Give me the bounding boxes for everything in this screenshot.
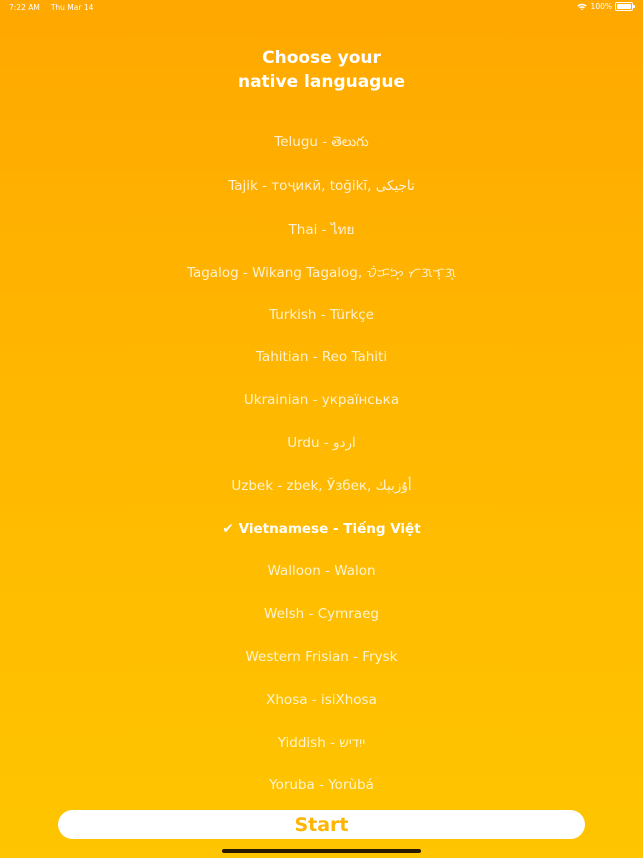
language-label: Tahitian - Reo Tahiti: [255, 349, 388, 366]
checkmark-icon: ✔: [222, 520, 234, 537]
language-item[interactable]: Tajik - тоҷикӣ, toğikī, تاجیکی: [0, 165, 643, 208]
language-label: Western Frisian - Frysk: [245, 648, 398, 665]
language-label: Tagalog - Wikang Tagalog, ᜏᜒᜃᜅ᜔ ᜆᜄᜎᜓᜄ᜔: [186, 264, 457, 281]
battery-icon: [615, 2, 635, 11]
language-item[interactable]: Uzbek - zbek, Ўзбек, أۇزبېك: [0, 464, 643, 507]
language-item[interactable]: Welsh - Cymraeg: [0, 593, 643, 636]
status-right: 100%: [576, 2, 635, 11]
language-label: Yoruba - Yorùbá: [269, 777, 374, 794]
language-label: Welsh - Cymraeg: [264, 606, 379, 623]
title-line-1: Choose your: [262, 48, 381, 68]
page-title: Choose your native languague: [0, 46, 643, 94]
status-date: Thu Mar 14: [50, 3, 94, 12]
language-item[interactable]: Thai - ไทย: [0, 208, 643, 251]
language-item[interactable]: Tahitian - Reo Tahiti: [0, 336, 643, 379]
language-label: Vietnamese - Tiếng Việt: [238, 520, 421, 537]
battery-percentage: 100%: [590, 2, 612, 11]
language-label: Turkish - Türkçe: [269, 306, 374, 323]
language-label: Tajik - тоҷикӣ, toğikī, تاجیکی: [228, 178, 415, 195]
language-label: Yiddish - ייִדיש: [277, 734, 366, 751]
language-label: Urdu - اردو: [287, 434, 356, 451]
home-indicator: [222, 849, 421, 853]
language-item[interactable]: Yoruba - Yorùbá: [0, 764, 643, 807]
language-item[interactable]: Turkish - Türkçe: [0, 293, 643, 336]
language-item[interactable]: Urdu - اردو: [0, 422, 643, 465]
language-label: Xhosa - isiXhosa: [266, 691, 377, 708]
language-item[interactable]: Tagalog - Wikang Tagalog, ᜏᜒᜃᜅ᜔ ᜆᜄᜎᜓᜄ᜔: [0, 250, 643, 293]
status-left: 7:22 AM Thu Mar 14: [9, 3, 93, 12]
language-label: Telugu - తెలుగు: [274, 133, 369, 150]
language-label: Ukrainian - українська: [243, 392, 400, 409]
language-label: Walloon - Walon: [267, 563, 376, 580]
language-label: Thai - ไทย: [288, 221, 355, 238]
language-item[interactable]: Xhosa - isiXhosa: [0, 678, 643, 721]
language-item[interactable]: Telugu - తెలుగు: [0, 122, 643, 165]
language-item[interactable]: Western Frisian - Frysk: [0, 636, 643, 679]
language-list: Telugu - తెలుగు Tajik - тоҷикӣ, toğikī, ت…: [0, 122, 643, 807]
language-item[interactable]: Ukrainian - українська: [0, 379, 643, 422]
language-label: Uzbek - zbek, Ўзбек, أۇزبېك: [231, 477, 412, 494]
language-item[interactable]: Walloon - Walon: [0, 550, 643, 593]
language-item[interactable]: Yiddish - ייִדיש: [0, 721, 643, 764]
wifi-icon: [576, 3, 587, 11]
start-button[interactable]: Start: [58, 810, 585, 839]
status-time: 7:22 AM: [9, 3, 40, 12]
language-item-selected[interactable]: ✔ Vietnamese - Tiếng Việt: [0, 507, 643, 550]
status-bar: 7:22 AM Thu Mar 14 100%: [0, 0, 643, 16]
title-line-2: native languague: [237, 72, 405, 92]
